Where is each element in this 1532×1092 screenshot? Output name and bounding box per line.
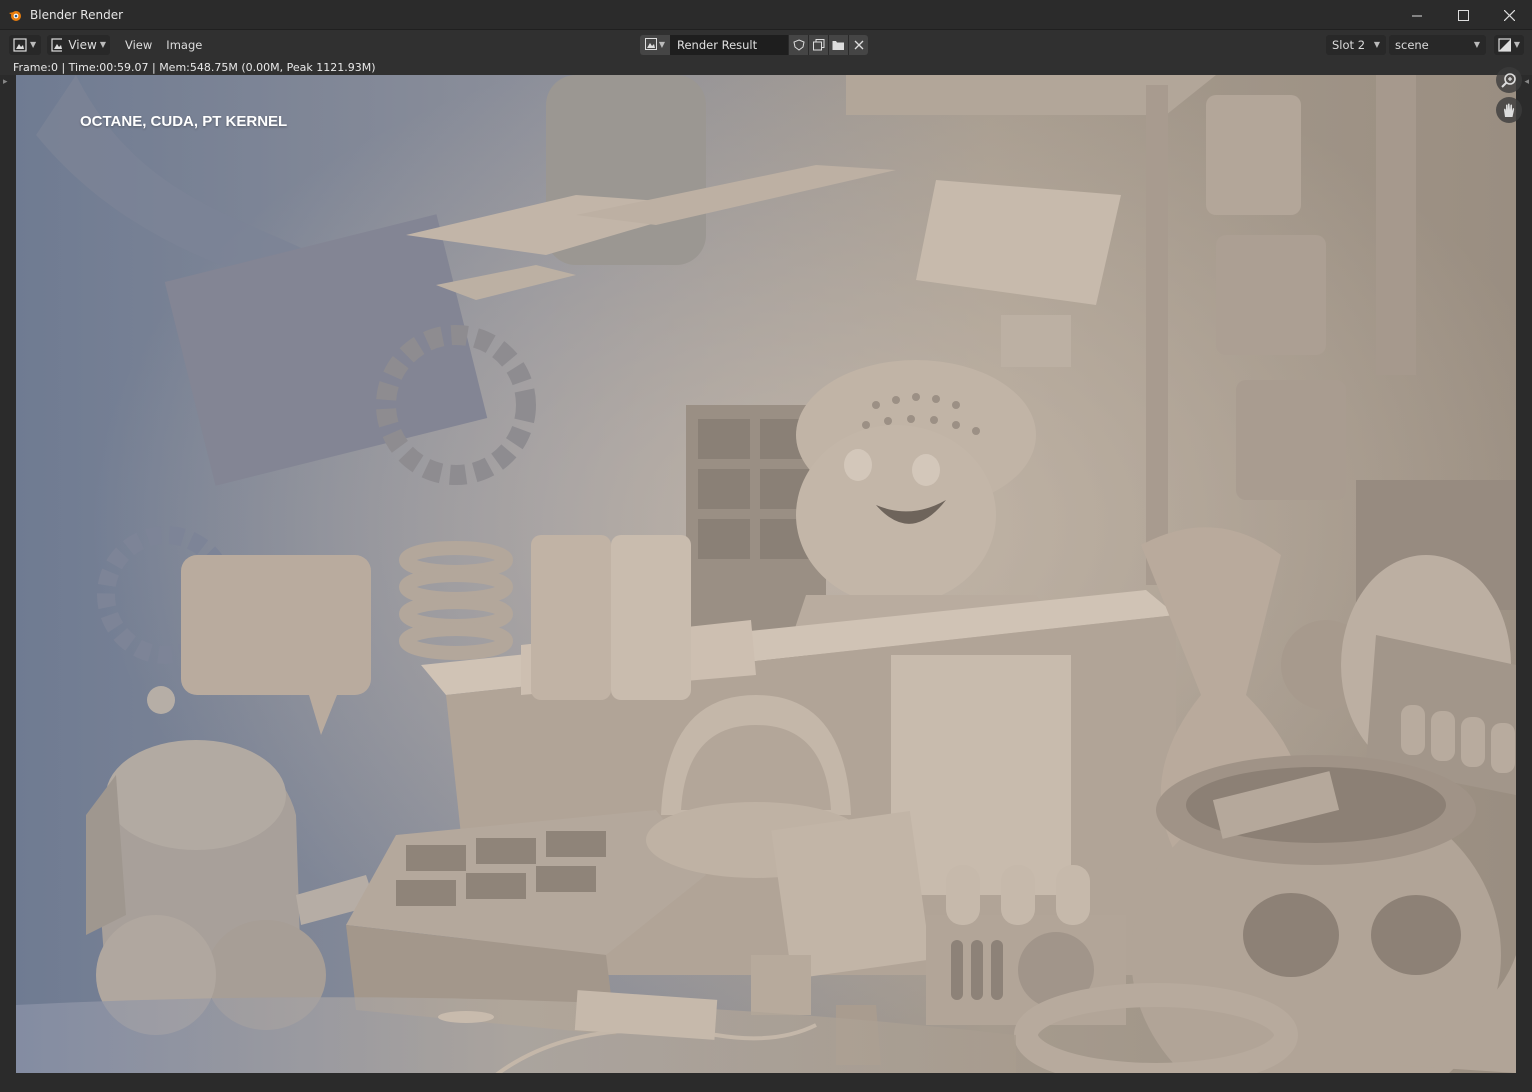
folder-icon bbox=[832, 40, 844, 50]
minimize-button[interactable] bbox=[1394, 0, 1440, 30]
view-mode-dropdown[interactable]: View ▼ bbox=[47, 34, 110, 55]
close-icon bbox=[1503, 9, 1515, 21]
image-name-field[interactable]: Render Result bbox=[670, 34, 788, 55]
new-image-button[interactable] bbox=[808, 34, 828, 55]
hand-icon bbox=[1504, 103, 1515, 117]
view-mode-icon bbox=[51, 37, 63, 52]
window-title: Blender Render bbox=[30, 7, 124, 22]
image-viewport[interactable]: ▸ ◂ OCTANE, CUDA, PT KERNEL bbox=[0, 67, 1532, 1092]
image-editor-header: ▼ View ▼ View Image ▼ Render Result Slot… bbox=[0, 30, 1532, 59]
toolbar-expand-icon[interactable]: ▸ bbox=[3, 77, 8, 87]
zoom-icon bbox=[1501, 73, 1516, 88]
maximize-button[interactable] bbox=[1440, 0, 1486, 30]
title-bar: Blender Render bbox=[0, 0, 1532, 30]
menu-image[interactable]: Image bbox=[159, 35, 209, 55]
render-status-bar: Frame:0 | Time:00:59.07 | Mem:548.75M (0… bbox=[0, 59, 1532, 75]
chevron-down-icon: ▼ bbox=[99, 40, 106, 49]
chevron-down-icon: ▼ bbox=[1373, 40, 1380, 49]
render-scene bbox=[16, 75, 1516, 1073]
menu-view[interactable]: View bbox=[118, 35, 159, 55]
image-browse-icon bbox=[644, 38, 657, 50]
blender-logo-icon bbox=[0, 0, 30, 30]
duplicate-icon bbox=[812, 38, 824, 50]
unlink-image-button[interactable] bbox=[848, 34, 868, 55]
slot-dropdown[interactable]: Slot 2 ▼ bbox=[1326, 34, 1386, 55]
shield-icon bbox=[792, 38, 805, 51]
image-editor-icon bbox=[13, 37, 27, 52]
chevron-down-icon: ▼ bbox=[30, 40, 37, 49]
display-channels-dropdown[interactable]: ▼ bbox=[1494, 34, 1524, 55]
chevron-down-icon: ▼ bbox=[1473, 40, 1480, 49]
render-result-image: OCTANE, CUDA, PT KERNEL bbox=[16, 75, 1516, 1073]
image-datablock-selector: ▼ Render Result bbox=[640, 34, 868, 55]
close-button[interactable] bbox=[1486, 0, 1532, 30]
sidebar-expand-icon[interactable]: ◂ bbox=[1524, 77, 1529, 87]
browse-image-button[interactable]: ▼ bbox=[640, 34, 670, 55]
render-stats: Frame:0 | Time:00:59.07 | Mem:548.75M (0… bbox=[13, 60, 376, 74]
pan-gizmo[interactable] bbox=[1496, 97, 1522, 123]
view-mode-label: View bbox=[68, 37, 97, 52]
fake-user-button[interactable] bbox=[788, 34, 808, 55]
close-icon bbox=[854, 40, 863, 49]
render-overlay-label: OCTANE, CUDA, PT KERNEL bbox=[80, 113, 288, 130]
zoom-gizmo[interactable] bbox=[1496, 67, 1522, 93]
chevron-down-icon: ▼ bbox=[658, 40, 666, 49]
color-alpha-icon bbox=[1498, 37, 1511, 52]
slot-label: Slot 2 bbox=[1332, 37, 1366, 52]
scene-label: scene bbox=[1395, 37, 1429, 52]
minimize-icon bbox=[1411, 15, 1422, 16]
maximize-icon bbox=[1457, 9, 1469, 21]
chevron-down-icon: ▼ bbox=[1513, 40, 1520, 49]
scene-dropdown[interactable]: scene ▼ bbox=[1389, 34, 1486, 55]
editor-type-dropdown[interactable]: ▼ bbox=[9, 34, 41, 55]
open-image-button[interactable] bbox=[828, 34, 848, 55]
